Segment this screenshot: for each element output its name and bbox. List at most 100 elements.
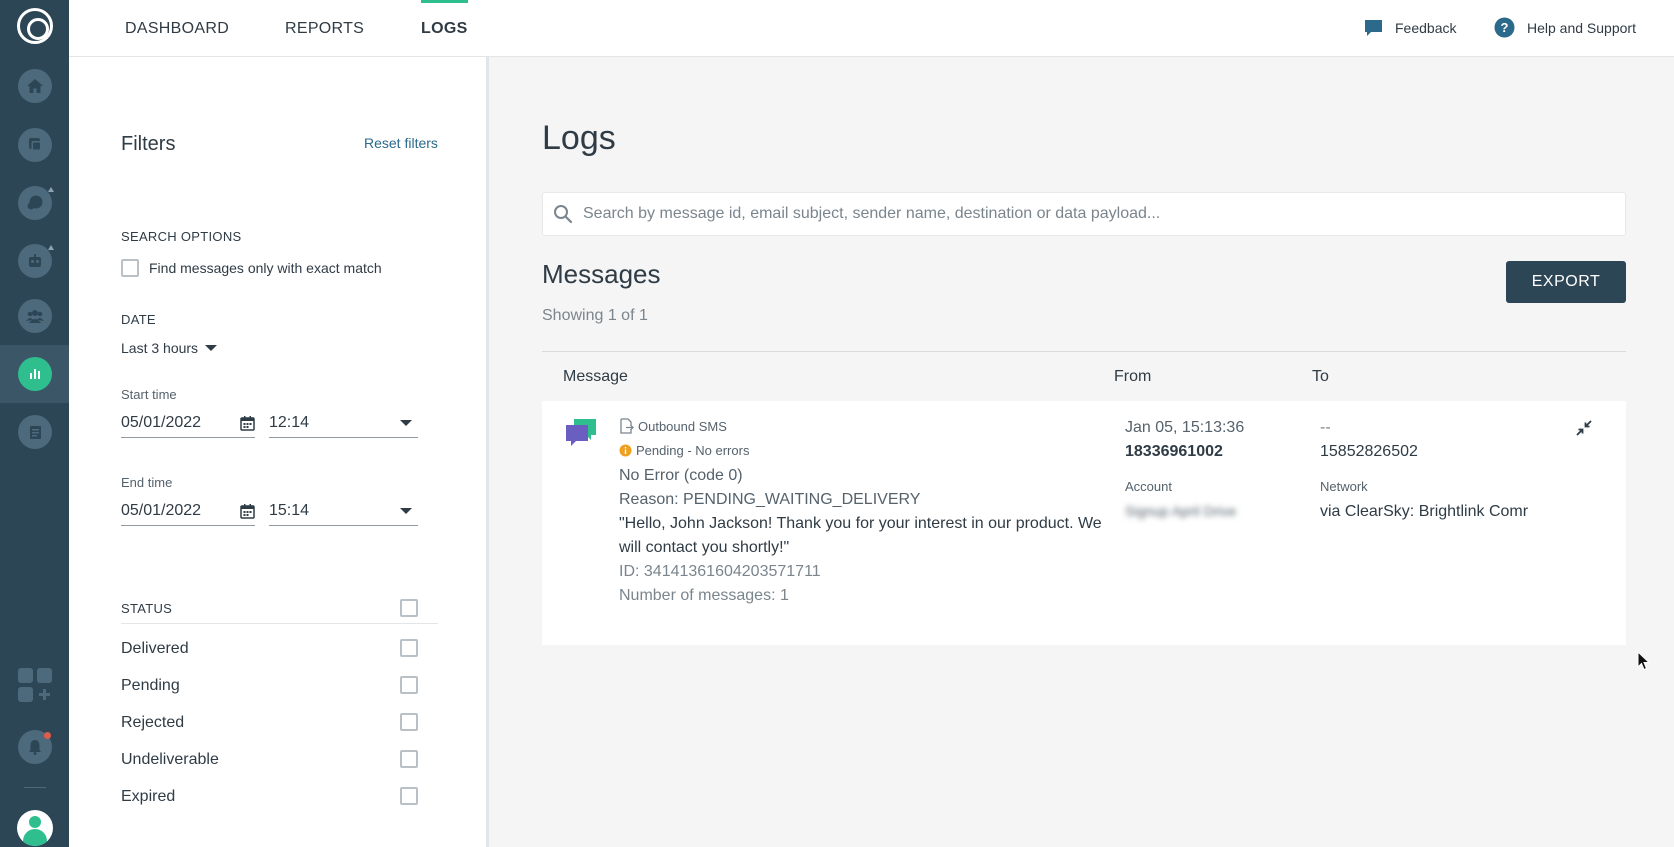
rail-people[interactable]	[0, 287, 69, 345]
tab-reports[interactable]: REPORTS	[285, 0, 364, 57]
app-logo-icon[interactable]	[17, 8, 53, 44]
start-time-select[interactable]: 12:14	[269, 408, 418, 438]
main-content: Logs Messages Showing 1 of 1 EXPORT Mess…	[489, 57, 1674, 847]
network-label: Network	[1320, 479, 1368, 494]
from-number: 18336961002	[1125, 443, 1223, 460]
rail-docs[interactable]	[0, 403, 69, 461]
status-divider	[121, 623, 438, 624]
people-icon	[25, 310, 44, 323]
reason-line: Reason: PENDING_WAITING_DELIVERY	[619, 491, 921, 508]
end-date-input[interactable]: 05/01/2022	[121, 496, 255, 526]
chevron-down-icon	[400, 507, 412, 514]
network-value: via ClearSky: Brightlink Comr	[1320, 503, 1529, 520]
start-time-label: Start time	[121, 387, 177, 402]
message-text-line-1: "Hello, John Jackson! Thank you for your…	[619, 515, 1102, 532]
rail-bots[interactable]	[0, 232, 69, 290]
help-label: Help and Support	[1527, 19, 1636, 36]
search-input[interactable]	[583, 205, 1583, 223]
from-time: Jan 05, 15:13:36	[1125, 419, 1245, 436]
start-time-value: 12:14	[269, 413, 310, 431]
direction-label: Outbound SMS	[638, 418, 727, 434]
account-value: Signup April Drive	[1125, 503, 1237, 519]
layers-icon	[28, 138, 41, 151]
feedback-icon	[1364, 19, 1383, 37]
rail-home[interactable]	[0, 57, 69, 115]
feedback-link[interactable]: Feedback	[1364, 0, 1456, 55]
status-select-all-checkbox[interactable]	[400, 599, 418, 617]
start-date-value: 05/01/2022	[121, 413, 202, 431]
document-icon	[29, 426, 41, 439]
bar-chart-icon	[29, 369, 40, 379]
outbound-icon	[620, 418, 634, 434]
mouse-cursor-icon	[1637, 651, 1651, 671]
message-count: Number of messages: 1	[619, 587, 789, 604]
user-avatar[interactable]	[17, 810, 53, 846]
info-warning-icon	[619, 444, 632, 457]
status-expired-checkbox[interactable]	[400, 787, 418, 805]
column-header-from: From	[1114, 368, 1152, 385]
status-rejected-checkbox[interactable]	[400, 713, 418, 731]
message-text-line-2: will contact you shortly!"	[619, 539, 790, 556]
end-time-value: 15:14	[269, 501, 310, 519]
end-time-label: End time	[121, 475, 173, 490]
help-icon: ?	[1494, 17, 1515, 38]
top-navigation: DASHBOARD REPORTS LOGS Feedback ? Help a…	[69, 0, 1674, 57]
status-expired-label: Expired	[121, 788, 176, 805]
tab-dashboard[interactable]: DASHBOARD	[125, 0, 229, 57]
showing-count: Showing 1 of 1	[542, 307, 648, 324]
search-options-heading: SEARCH OPTIONS	[121, 229, 242, 244]
rail-notifications[interactable]	[0, 718, 69, 776]
apps-add-icon[interactable]	[18, 668, 52, 702]
filters-title: Filters	[121, 133, 176, 155]
rail-channels[interactable]	[0, 116, 69, 174]
exact-match-checkbox[interactable]	[121, 259, 139, 277]
table-header-divider	[542, 351, 1626, 352]
date-range-select[interactable]: Last 3 hours	[121, 340, 218, 356]
to-number: 15852826502	[1320, 443, 1418, 460]
notification-dot	[44, 732, 51, 739]
tab-logs[interactable]: LOGS	[421, 0, 468, 57]
reset-filters-link[interactable]: Reset filters	[364, 135, 438, 151]
left-rail	[0, 0, 69, 847]
message-id: ID: 34141361604203571711	[619, 563, 821, 580]
to-placeholder: --	[1320, 419, 1331, 436]
error-line: No Error (code 0)	[619, 467, 743, 484]
status-pending-label: Pending	[121, 677, 180, 694]
chevron-down-icon	[400, 419, 412, 426]
status-delivered-checkbox[interactable]	[400, 639, 418, 657]
home-icon	[26, 79, 43, 93]
message-status: Pending - No errors	[619, 443, 749, 458]
message-direction: Outbound SMS	[619, 418, 727, 434]
page-title: Logs	[542, 119, 616, 157]
table-row[interactable]: Outbound SMS Pending - No errors No Erro…	[542, 401, 1626, 645]
search-bar[interactable]	[542, 192, 1626, 236]
end-date-value: 05/01/2022	[121, 501, 202, 519]
expand-up-icon	[48, 244, 54, 250]
status-undeliverable-checkbox[interactable]	[400, 750, 418, 768]
date-range-value: Last 3 hours	[121, 340, 199, 356]
svg-text:?: ?	[1501, 20, 1509, 35]
bell-icon	[28, 740, 41, 755]
start-date-input[interactable]: 05/01/2022	[121, 408, 255, 438]
sms-chat-icon	[564, 417, 598, 454]
exact-match-label: Find messages only with exact match	[149, 260, 382, 276]
search-icon	[553, 204, 573, 224]
export-button[interactable]: EXPORT	[1506, 261, 1626, 303]
status-pending-checkbox[interactable]	[400, 676, 418, 694]
collapse-icon[interactable]	[1576, 420, 1592, 441]
status-label: Pending - No errors	[636, 443, 750, 458]
calendar-icon[interactable]	[240, 415, 255, 431]
rail-conversations[interactable]	[0, 174, 69, 232]
date-heading: DATE	[121, 312, 156, 327]
end-time-select[interactable]: 15:14	[269, 496, 418, 526]
robot-icon	[28, 254, 41, 267]
feedback-label: Feedback	[1395, 19, 1457, 36]
expand-up-icon	[48, 186, 54, 192]
status-rejected-label: Rejected	[121, 714, 185, 731]
filters-panel: Filters Reset filters SEARCH OPTIONS Fin…	[69, 57, 489, 847]
chevron-down-icon	[205, 345, 218, 351]
help-support-link[interactable]: ? Help and Support	[1494, 0, 1636, 55]
calendar-icon[interactable]	[240, 503, 255, 519]
account-label: Account	[1125, 479, 1172, 494]
rail-analyze[interactable]	[0, 345, 69, 403]
